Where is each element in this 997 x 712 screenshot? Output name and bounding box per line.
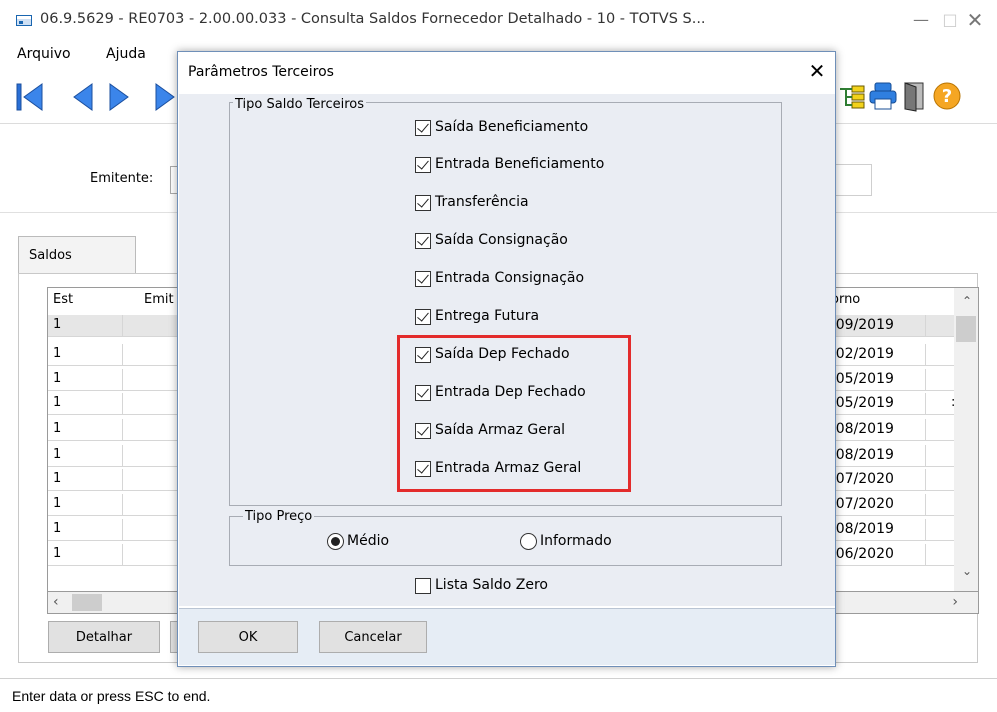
tab-saldos[interactable]: Saldos [18, 236, 136, 274]
cell-divider [925, 315, 926, 337]
checkbox-checked-icon[interactable] [415, 233, 431, 249]
cell-est: 1 [53, 421, 62, 436]
menu-ajuda[interactable]: Ajuda [106, 46, 146, 62]
column-header-est[interactable]: Est [53, 292, 73, 307]
cell-divider [122, 469, 123, 491]
cell-divider [122, 393, 123, 415]
cell-divider [925, 494, 926, 516]
cell-est: 1 [53, 447, 62, 462]
cell-date: /06/2020 [831, 546, 894, 562]
help-icon[interactable]: ? [932, 80, 962, 112]
cell-date: /08/2019 [831, 447, 894, 463]
svg-text:?: ? [942, 86, 952, 107]
radio-label: Informado [540, 533, 612, 549]
printer-icon[interactable] [868, 80, 898, 112]
cell-divider [925, 419, 926, 441]
menu-arquivo[interactable]: Arquivo [17, 46, 71, 62]
radio-label: Médio [347, 533, 390, 549]
structure-icon[interactable] [838, 80, 868, 112]
cell-divider [925, 469, 926, 491]
cell-divider [925, 369, 926, 391]
checkbox-label: Lista Saldo Zero [435, 577, 548, 593]
cancel-button[interactable]: Cancelar [319, 621, 427, 653]
emitente-label: Emitente: [90, 171, 154, 186]
checkbox-checked-icon[interactable] [415, 309, 431, 325]
cell-divider [122, 369, 123, 391]
dialog-footer: OK Cancelar [179, 608, 835, 665]
cell-date: /05/2019 [831, 371, 894, 387]
cell-date: /02/2019 [831, 346, 894, 362]
cell-est: 1 [53, 371, 62, 386]
cell-est: 1 [53, 346, 62, 361]
first-record-icon[interactable] [14, 80, 48, 114]
cell-divider [925, 344, 926, 366]
cell-est: 1 [53, 546, 62, 561]
cell-date: /08/2019 [831, 521, 894, 537]
tipo-saldo-legend: Tipo Saldo Terceiros [233, 97, 366, 112]
vertical-scrollbar[interactable]: ⌃ ⌄ [954, 288, 978, 591]
column-header-emit[interactable]: Emit [144, 292, 174, 307]
tipo-preco-legend: Tipo Preço [243, 509, 315, 524]
scroll-up-icon[interactable]: ⌃ [962, 294, 972, 308]
cell-date: /07/2020 [831, 496, 894, 512]
cell-date: /07/2020 [831, 471, 894, 487]
status-text: Enter data or press ESC to end. [12, 688, 211, 704]
app-window-icon [16, 15, 32, 26]
tab-saldos-label: Saldos [29, 248, 72, 263]
cell-date: /05/2019 [831, 395, 894, 411]
cell-divider [122, 419, 123, 441]
checkbox-label: Entrada Consignação [435, 270, 585, 286]
scroll-thumb[interactable] [72, 594, 102, 611]
scroll-down-icon[interactable]: ⌄ [962, 564, 972, 578]
dialog-close-button[interactable]: ✕ [805, 58, 829, 84]
scroll-right-icon[interactable]: › [952, 594, 958, 610]
checkbox-unchecked-icon[interactable] [415, 578, 431, 594]
previous-record-icon[interactable] [66, 80, 100, 114]
red-highlight-box [397, 335, 631, 492]
cell-divider [122, 445, 123, 467]
cell-est: 1 [53, 395, 62, 410]
radio-selected-icon[interactable] [327, 533, 344, 550]
exit-door-icon[interactable] [900, 80, 930, 112]
checkbox-label: Transferência [435, 194, 529, 210]
dialog-body: Tipo Saldo Terceiros Saída Beneficiament… [179, 94, 835, 606]
cell-est: 1 [53, 521, 62, 536]
checkbox-checked-icon[interactable] [415, 195, 431, 211]
cell-divider [122, 494, 123, 516]
cell-divider [122, 544, 123, 566]
cell-divider [122, 315, 123, 337]
scroll-left-icon[interactable]: ‹ [53, 594, 59, 610]
cell-divider [925, 393, 926, 415]
checkbox-checked-icon[interactable] [415, 157, 431, 173]
cell-est: 1 [53, 317, 62, 332]
emitente-name-field[interactable] [832, 164, 872, 196]
next-record-icon[interactable] [102, 80, 136, 114]
checkbox-label: Entrada Beneficiamento [435, 156, 605, 172]
cell-date: /09/2019 [831, 317, 894, 333]
checkbox-checked-icon[interactable] [415, 120, 431, 136]
checkbox-label: Saída Beneficiamento [435, 119, 589, 135]
dialog-title: Parâmetros Terceiros [188, 64, 334, 80]
window-title: 06.9.5629 - RE0703 - 2.00.00.033 - Consu… [40, 11, 706, 27]
cell-divider [122, 344, 123, 366]
ok-button[interactable]: OK [198, 621, 298, 653]
checkbox-checked-icon[interactable] [415, 271, 431, 287]
radio-unselected-icon[interactable] [520, 533, 537, 550]
cell-est: 1 [53, 471, 62, 486]
parametros-terceiros-dialog: Parâmetros Terceiros ✕ Tipo Saldo Tercei… [177, 51, 836, 667]
window-close-button[interactable]: ✕ [955, 8, 995, 32]
title-bar: 06.9.5629 - RE0703 - 2.00.00.033 - Consu… [0, 0, 997, 40]
cell-divider [925, 445, 926, 467]
cell-divider [925, 519, 926, 541]
checkbox-label: Entrega Futura [435, 308, 540, 324]
checkbox-label: Saída Consignação [435, 232, 568, 248]
detalhar-button[interactable]: Detalhar [48, 621, 160, 653]
scroll-thumb[interactable] [956, 316, 976, 342]
cell-divider [925, 544, 926, 566]
cell-date: /08/2019 [831, 421, 894, 437]
cell-est: 1 [53, 496, 62, 511]
status-bar: Enter data or press ESC to end. [0, 678, 997, 712]
cell-divider [122, 519, 123, 541]
